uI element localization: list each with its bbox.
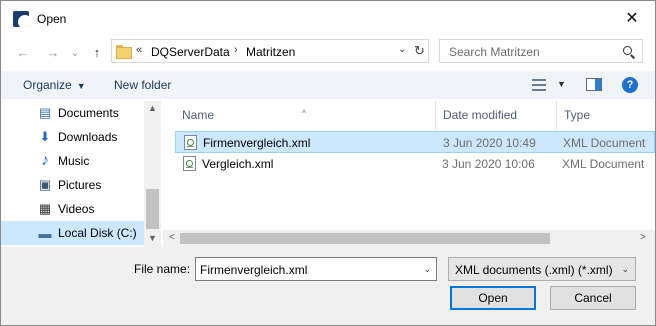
downloads-icon: ⬇ (39, 129, 51, 144)
address-bar[interactable]: « DQServerData › Matritzen ⌄ ↻ (111, 39, 429, 63)
column-header-name[interactable]: Name (182, 108, 214, 122)
documents-icon: ▤ (38, 105, 52, 120)
column-header-date-modified[interactable]: Date modified (443, 108, 517, 122)
sort-ascending-icon: ^ (302, 108, 307, 118)
open-file-dialog: Open ✕ ← → ⌄ ↑ « DQServerData › Matritze… (0, 0, 656, 326)
file-name: Vergleich.xml (202, 157, 274, 171)
navigation-pane: ▤ Documents ⬇ Downloads ♪ Music ▣ Pictur… (1, 101, 161, 247)
column-divider[interactable] (435, 101, 436, 129)
file-name-value: Firmenvergleich.xml (200, 263, 308, 277)
recent-locations-chevron-icon[interactable]: ⌄ (65, 43, 85, 61)
sidebar-item-label: Music (58, 154, 90, 168)
sidebar-scroll-thumb[interactable] (146, 189, 159, 229)
breadcrumb-overflow[interactable]: « (136, 44, 142, 56)
scroll-down-arrow-icon[interactable]: ▼ (148, 233, 157, 243)
music-icon: ♪ (41, 152, 49, 169)
xml-file-icon (184, 135, 197, 150)
breadcrumb-dqserverdata[interactable]: DQServerData (151, 45, 230, 59)
file-name-field[interactable]: Firmenvergleich.xml ⌄ (195, 257, 437, 281)
sidebar-item-label: Pictures (58, 178, 102, 192)
sidebar-item-videos[interactable]: ▦ Videos (1, 197, 144, 221)
sidebar-item-downloads[interactable]: ⬇ Downloads (1, 125, 144, 149)
sidebar-item-documents[interactable]: ▤ Documents (1, 101, 144, 125)
file-type: XML Document (562, 157, 645, 171)
navigation-row: ← → ⌄ ↑ « DQServerData › Matritzen ⌄ ↻ S… (1, 37, 655, 67)
organize-label: Organize (23, 78, 72, 92)
folder-icon (116, 43, 132, 59)
file-type-filter-select[interactable]: XML documents (.xml) (*.xml) ⌄ (448, 257, 636, 281)
pictures-icon: ▣ (38, 177, 52, 192)
refresh-icon[interactable]: ↻ (414, 43, 425, 59)
file-name: Firmenvergleich.xml (203, 136, 311, 150)
view-dropdown-icon[interactable]: ▼ (557, 79, 566, 89)
new-folder-button[interactable]: New folder (114, 78, 171, 92)
preview-pane-icon[interactable] (586, 78, 602, 91)
help-icon[interactable]: ? (622, 77, 638, 93)
file-name-label: File name: (134, 262, 191, 276)
organize-button[interactable]: Organize ▼ (23, 78, 86, 92)
local-disk-icon: ▬ (38, 225, 52, 241)
cancel-button[interactable]: Cancel (550, 286, 636, 310)
file-date-modified: 3 Jun 2020 10:49 (443, 136, 536, 150)
sidebar-item-local-disk[interactable]: ▬ Local Disk (C:) (1, 221, 144, 245)
title-bar: Open ✕ (1, 1, 655, 37)
sidebar-item-label: Documents (58, 106, 119, 120)
sidebar-item-label: Local Disk (C:) (58, 226, 137, 240)
breadcrumb-matritzen[interactable]: Matritzen (246, 45, 295, 59)
file-name-dropdown-icon[interactable]: ⌄ (423, 264, 431, 275)
file-list: ^ Name Date modified Type Firmenvergleic… (163, 101, 655, 247)
videos-icon: ▦ (38, 201, 52, 216)
horizontal-scroll-thumb[interactable] (180, 233, 550, 244)
filter-dropdown-icon: ⌄ (621, 264, 629, 274)
close-button[interactable]: ✕ (609, 1, 655, 35)
scroll-right-arrow-icon[interactable]: > (640, 232, 646, 243)
breadcrumb-separator[interactable]: › (234, 44, 238, 56)
sidebar-item-pictures[interactable]: ▣ Pictures (1, 173, 144, 197)
column-header-type[interactable]: Type (564, 108, 590, 122)
open-button[interactable]: Open (450, 286, 536, 310)
scroll-up-arrow-icon[interactable]: ▲ (148, 103, 157, 113)
organize-caret-icon: ▼ (76, 81, 86, 91)
file-type-filter-value: XML documents (.xml) (*.xml) (455, 263, 613, 277)
xml-file-icon (183, 156, 196, 171)
file-row-vergleich[interactable]: Vergleich.xml 3 Jun 2020 10:06 XML Docum… (175, 153, 655, 175)
search-icon[interactable] (623, 46, 632, 55)
view-options-icon[interactable] (532, 79, 546, 91)
up-arrow-icon[interactable]: ↑ (87, 43, 107, 61)
sidebar-item-label: Downloads (58, 130, 118, 144)
file-row-firmenvergleich[interactable]: Firmenvergleich.xml 3 Jun 2020 10:49 XML… (175, 131, 655, 153)
file-list-horizontal-scrollbar[interactable]: < > (163, 230, 655, 247)
command-bar: Organize ▼ New folder ▼ ? (1, 71, 655, 99)
sidebar-item-music[interactable]: ♪ Music (1, 149, 144, 173)
dialog-footer: File name: Firmenvergleich.xml ⌄ XML doc… (1, 247, 655, 325)
file-date-modified: 3 Jun 2020 10:06 (442, 157, 535, 171)
address-dropdown-icon[interactable]: ⌄ (398, 44, 406, 55)
scroll-left-arrow-icon[interactable]: < (169, 232, 175, 243)
app-logo-icon (13, 11, 29, 27)
column-divider[interactable] (556, 101, 557, 129)
window-title: Open (37, 12, 67, 26)
back-arrow-icon[interactable]: ← (13, 43, 33, 61)
search-placeholder: Search Matritzen (449, 45, 540, 59)
column-header-row: ^ Name Date modified Type (163, 101, 655, 129)
search-input[interactable]: Search Matritzen (439, 39, 643, 63)
sidebar-item-label: Videos (58, 202, 95, 216)
sidebar-scrollbar[interactable]: ▲ ▼ (144, 101, 161, 247)
forward-arrow-icon[interactable]: → (43, 43, 63, 61)
file-type: XML Document (563, 136, 646, 150)
